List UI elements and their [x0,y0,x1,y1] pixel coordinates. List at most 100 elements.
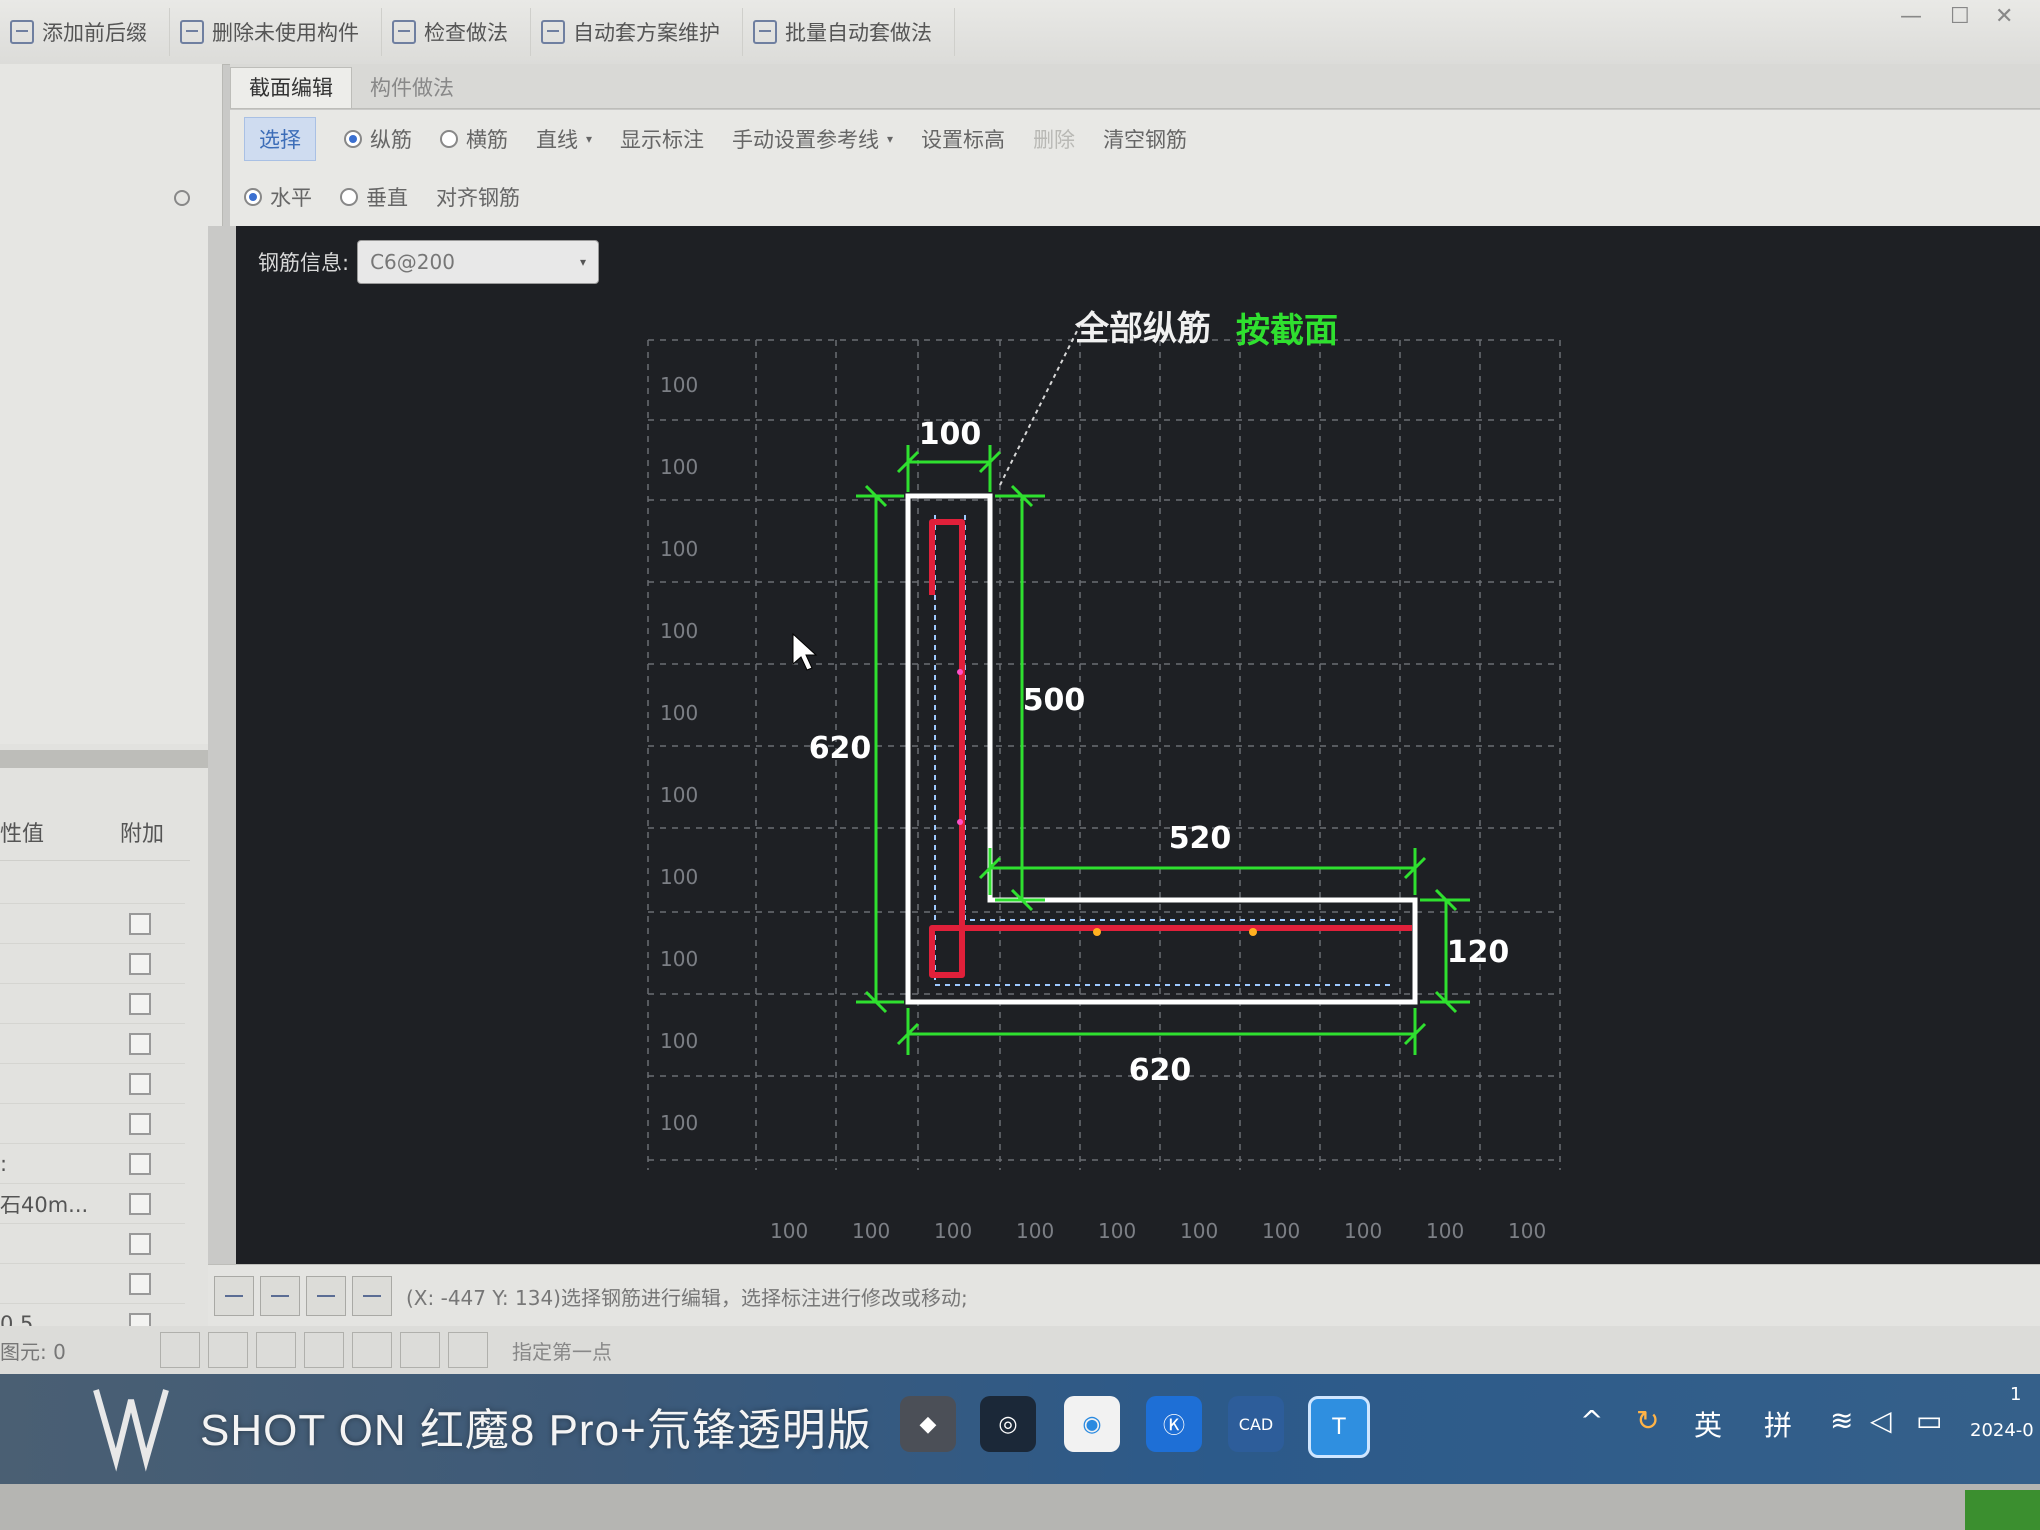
radio-vertical[interactable]: 垂直 [340,182,408,212]
search-icon[interactable] [174,190,190,206]
left-panel: 性值 附加 :石40m...0.50.5 [0,64,223,1384]
property-row [0,944,185,984]
panel-splitter[interactable] [0,750,214,768]
radio-transverse[interactable]: 横筋 [440,124,508,154]
close-icon[interactable]: ✕ [1995,4,2013,29]
tab-bar: 截面编辑 构件做法 [230,64,2040,109]
auto-plan-button[interactable]: 自动套方案维护 [531,8,743,56]
offset-tool-icon[interactable] [352,1332,392,1368]
chevron-down-icon: ▾ [586,132,593,146]
app-icon-generic[interactable]: ◆ [900,1396,956,1452]
camera-watermark: SHOT ON 红魔8 Pro+氘锋透明版 [200,1406,872,1455]
property-rows: :石40m...0.50.5 [0,864,185,1384]
auto-plan-label: 自动套方案维护 [573,21,720,45]
app-window: 添加前后缀 删除未使用构件 检查做法 自动套方案维护 批量自动套做法 — ☐ ✕… [0,0,2040,1530]
corner-tool-icon[interactable] [160,1332,200,1368]
property-value-header: 性值 [0,822,45,847]
delete-button[interactable]: 删除 [1033,124,1075,154]
select-button[interactable]: 选择 [244,117,316,161]
k-app-icon[interactable]: Ⓚ [1146,1396,1202,1452]
property-row-value: : [0,1151,8,1176]
property-row [0,1104,185,1144]
align-bar: 水平 垂直 对齐钢筋 [230,168,2040,227]
radio-horizontal-label: 水平 [270,186,312,210]
radio-off-icon [340,188,358,206]
tray-sync-icon[interactable]: ↻ [1636,1404,1659,1437]
property-checkbox[interactable] [129,1152,151,1175]
property-row [0,1024,185,1064]
add-prefix-suffix-label: 添加前后缀 [42,21,147,45]
line-dropdown[interactable]: 直线 ▾ [536,124,592,154]
set-elevation-button[interactable]: 设置标高 [921,124,1005,154]
tab-section-edit[interactable]: 截面编辑 [230,67,352,108]
property-checkbox[interactable] [129,1112,151,1135]
command-hint: 指定第一点 [512,1339,612,1364]
property-checkbox[interactable] [129,992,151,1015]
clear-rebar-button[interactable]: 清空钢筋 [1103,124,1187,154]
tray-lang[interactable]: 英 [1694,1404,1722,1444]
property-checkbox[interactable] [129,1032,151,1055]
phone-brand-logo-icon [93,1389,169,1472]
show-label-button[interactable]: 显示标注 [620,124,704,154]
radio-horizontal[interactable]: 水平 [244,182,312,212]
angle-tool-icon[interactable] [304,1332,344,1368]
minimize-icon[interactable]: — [1900,4,1922,29]
top-toolbar: 添加前后缀 删除未使用构件 检查做法 自动套方案维护 批量自动套做法 [0,0,2040,65]
tab-component-method[interactable]: 构件做法 [352,68,472,108]
rebar-info-label: 钢筋信息: [258,251,350,275]
cad-app-icon[interactable]: CAD [1228,1396,1284,1452]
orthogonal-tool-icon[interactable] [214,1276,254,1316]
property-checkbox[interactable] [129,1072,151,1095]
property-extra-header: 附加 [120,822,165,847]
line-tool-icon[interactable] [260,1276,300,1316]
rebar-info-select[interactable]: C6@200 ▾ [357,240,600,284]
add-point-tool-icon[interactable] [352,1276,392,1316]
property-checkbox[interactable] [129,952,151,975]
delete-unused-icon [180,20,204,44]
auto-plan-icon [541,20,565,44]
radio-vertical-label: 垂直 [366,186,408,210]
batch-auto-button[interactable]: 批量自动套做法 [743,8,955,56]
property-checkbox[interactable] [129,1232,151,1255]
check-method-button[interactable]: 检查做法 [382,8,531,56]
line-label: 直线 [536,128,578,152]
property-row [0,904,185,944]
chevron-down-icon: ▾ [580,255,587,269]
batch-auto-label: 批量自动套做法 [785,21,932,45]
drawing-canvas[interactable] [208,226,2040,1264]
snap-tool-icon[interactable] [400,1332,440,1368]
status-bar: (X: -447 Y: 134)选择钢筋进行编辑，选择标注进行修改或移动; [208,1264,2040,1327]
tray-ime[interactable]: 拼 [1764,1404,1792,1444]
manual-ref-dropdown[interactable]: 手动设置参考线 ▾ [732,124,893,154]
property-row [0,984,185,1024]
arc-tool-icon[interactable] [448,1332,488,1368]
clock-top: 1 [2010,1384,2022,1405]
chevron-down-icon: ▾ [887,132,894,146]
property-checkbox[interactable] [129,1272,151,1295]
property-checkbox[interactable] [129,912,151,935]
property-row: : [0,1144,185,1184]
perpendicular-tool-icon[interactable] [306,1276,346,1316]
align-rebar-button[interactable]: 对齐钢筋 [436,182,520,212]
volume-icon[interactable]: ◁ [1870,1404,1892,1437]
browser-icon[interactable]: ◉ [1064,1396,1120,1452]
tray-chevron-icon[interactable]: ^ [1580,1404,1603,1437]
property-row [0,864,185,904]
radio-off-icon [440,130,458,148]
cross-tool-icon[interactable] [256,1332,296,1368]
add-prefix-suffix-button[interactable]: 添加前后缀 [0,8,170,56]
rebar-info-value: C6@200 [370,250,455,274]
maximize-icon[interactable]: ☐ [1950,4,1970,29]
radio-longitudinal[interactable]: 纵筋 [344,124,412,154]
steam-icon[interactable]: ◎ [980,1396,1036,1452]
wifi-icon[interactable]: ≋ [1830,1404,1853,1437]
property-checkbox[interactable] [129,1192,151,1215]
radio-on-icon [344,130,362,148]
battery-icon[interactable]: ▭ [1916,1404,1942,1437]
rect-tool-icon[interactable] [208,1332,248,1368]
component-list [0,64,222,744]
clock: 2024-0 [1970,1420,2034,1441]
active-app-icon[interactable]: T [1308,1396,1370,1458]
delete-unused-button[interactable]: 删除未使用构件 [170,8,382,56]
delete-unused-label: 删除未使用构件 [212,21,359,45]
